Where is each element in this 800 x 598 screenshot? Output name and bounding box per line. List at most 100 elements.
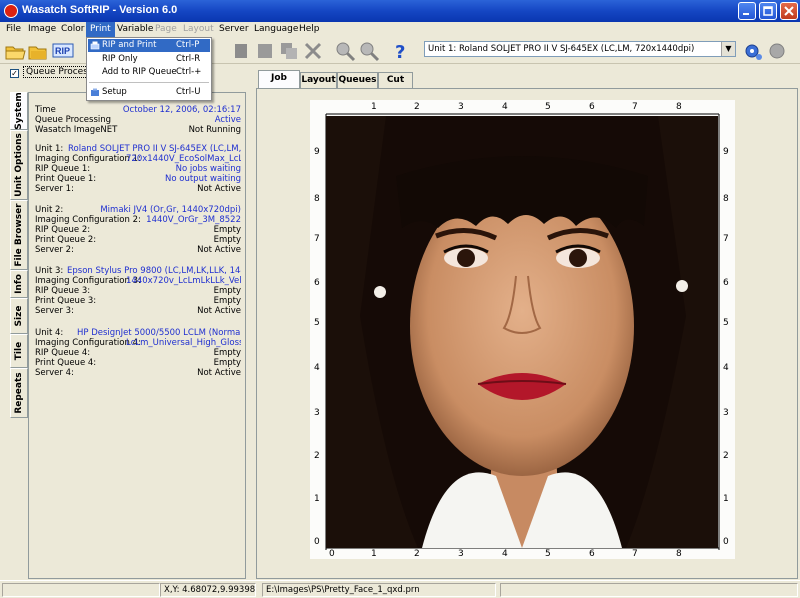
ruler-left-label: 7 bbox=[314, 234, 320, 244]
menu-bar: File Image Color Print Variable Page Lay… bbox=[0, 22, 800, 38]
tab-system[interactable]: System bbox=[10, 92, 28, 130]
unit-row: Unit 3: Epson Stylus Pro 9800 (LC,LM,LK,L… bbox=[35, 266, 241, 276]
unit-row: Server 2: Not Active bbox=[35, 245, 241, 255]
menu-server[interactable]: Server bbox=[215, 22, 253, 38]
print-menu-dropdown: RIP and Print Ctrl-P RIP Only Ctrl-R Add t… bbox=[86, 37, 212, 101]
unit-row: Imaging Configuration 4: LcLm_Universal_H… bbox=[35, 338, 241, 348]
settings-icon[interactable] bbox=[742, 40, 764, 62]
zoom-out-icon[interactable] bbox=[358, 40, 380, 62]
ruler-bottom-label: 6 bbox=[589, 549, 595, 559]
unit-row: RIP Queue 2: Empty bbox=[35, 225, 241, 235]
ruler-right-label: 2 bbox=[723, 451, 729, 461]
menu-file[interactable]: File bbox=[2, 22, 25, 38]
vertical-tabs: System Unit Options File Browser Info Si… bbox=[10, 92, 28, 422]
ruler-bottom-label: 0 bbox=[329, 549, 335, 559]
ruler-left-label: 2 bbox=[314, 451, 320, 461]
queue-processing-checkbox[interactable]: ✓ bbox=[10, 69, 19, 78]
job-preview-image[interactable] bbox=[326, 116, 718, 548]
ruler-left-label: 3 bbox=[314, 408, 320, 418]
folder-icon[interactable] bbox=[27, 40, 49, 62]
ruler-left-label: 0 bbox=[314, 537, 320, 547]
status-empty bbox=[2, 583, 160, 597]
unit-row: Server 4: Not Active bbox=[35, 368, 241, 378]
unit-select-value: Unit 1: Roland SOLJET PRO II V SJ-645EX … bbox=[428, 44, 695, 54]
title-bar: Wasatch SoftRIP - Version 6.0 bbox=[0, 0, 800, 22]
square-icon[interactable] bbox=[254, 40, 276, 62]
help-icon[interactable]: ? bbox=[390, 40, 412, 63]
tab-layout[interactable]: Layout bbox=[300, 72, 337, 88]
ruler-left-label: 6 bbox=[314, 278, 320, 288]
tab-job[interactable]: Job bbox=[258, 70, 300, 89]
ruler-top-label: 8 bbox=[676, 102, 682, 112]
zoom-in-icon[interactable] bbox=[334, 40, 356, 62]
menu-item-rip-and-print[interactable]: RIP and Print Ctrl-P bbox=[88, 39, 210, 52]
menu-item-add-to-rip-queue[interactable]: Add to RIP Queue Ctrl-+ bbox=[88, 66, 210, 79]
menu-print[interactable]: Print bbox=[86, 22, 115, 38]
unit-row: Imaging Configuration 3: 1440x720v_LcLmLk… bbox=[35, 276, 241, 286]
ruler-bottom-label: 7 bbox=[632, 549, 638, 559]
ruler-right-label: 9 bbox=[723, 147, 729, 157]
ruler-left-label: 5 bbox=[314, 318, 320, 328]
menu-item-rip-only[interactable]: RIP Only Ctrl-R bbox=[88, 53, 210, 66]
menu-layout[interactable]: Layout bbox=[179, 22, 218, 38]
menu-image[interactable]: Image bbox=[24, 22, 60, 38]
svg-text:?: ? bbox=[395, 42, 405, 62]
chevron-down-icon[interactable]: ▼ bbox=[721, 42, 735, 56]
app-icon[interactable] bbox=[4, 4, 18, 18]
ruler-top-label: 3 bbox=[458, 102, 464, 112]
menu-page[interactable]: Page bbox=[151, 22, 181, 38]
status-extra bbox=[500, 583, 798, 597]
ruler-bottom-label: 4 bbox=[502, 549, 508, 559]
rip-icon[interactable]: RIP bbox=[51, 40, 75, 62]
unit-row: Print Queue 3: Empty bbox=[35, 296, 241, 306]
stop-icon[interactable] bbox=[230, 40, 252, 62]
ruler-left-label: 8 bbox=[314, 194, 320, 204]
menu-separator bbox=[89, 82, 209, 83]
unit-row: Print Queue 1: No output waiting bbox=[35, 174, 241, 184]
unit-row: RIP Queue 3: Empty bbox=[35, 286, 241, 296]
ruler-top-label: 7 bbox=[632, 102, 638, 112]
window-title: Wasatch SoftRIP - Version 6.0 bbox=[22, 4, 178, 16]
status-file-path: E:\Images\PS\Pretty_Face_1_qxd.prn bbox=[262, 583, 496, 597]
maximize-button[interactable] bbox=[759, 2, 777, 20]
ruler-right-label: 0 bbox=[723, 537, 729, 547]
tab-file-browser[interactable]: File Browser bbox=[10, 200, 28, 270]
ruler-top-label: 4 bbox=[502, 102, 508, 112]
tab-unit-options[interactable]: Unit Options bbox=[10, 130, 28, 200]
ruler-bottom-label: 5 bbox=[545, 549, 551, 559]
ruler-bottom-label: 2 bbox=[414, 549, 420, 559]
ruler-top-label: 2 bbox=[414, 102, 420, 112]
ruler-right-label: 4 bbox=[723, 363, 729, 373]
unit-row: Server 1: Not Active bbox=[35, 184, 241, 194]
tab-tile[interactable]: Tile bbox=[10, 334, 28, 368]
minimize-button[interactable] bbox=[738, 2, 756, 20]
close-button[interactable] bbox=[780, 2, 798, 20]
menu-item-setup[interactable]: Setup Ctrl-U bbox=[88, 86, 210, 99]
tab-repeats[interactable]: Repeats bbox=[10, 368, 28, 418]
unit-row: RIP Queue 1: No jobs waiting bbox=[35, 164, 241, 174]
tab-size[interactable]: Size bbox=[10, 298, 28, 334]
tab-cut[interactable]: Cut bbox=[378, 72, 413, 88]
tab-queues[interactable]: Queues bbox=[337, 72, 378, 88]
menu-color[interactable]: Color bbox=[57, 22, 89, 38]
rip-label: RIP bbox=[55, 46, 71, 56]
tab-info[interactable]: Info bbox=[10, 270, 28, 298]
info-row: Queue Processing Active bbox=[35, 115, 241, 125]
unit-row: Unit 2: Mimaki JV4 (Or,Gr, 1440x720dpi) bbox=[35, 205, 241, 215]
open-folder-icon[interactable] bbox=[4, 40, 26, 62]
unit-row: Server 3: Not Active bbox=[35, 306, 241, 316]
menu-help[interactable]: Help bbox=[295, 22, 324, 38]
ruler-right-label: 1 bbox=[723, 494, 729, 504]
ruler-top-label: 5 bbox=[545, 102, 551, 112]
status-bar: X,Y: 4.68072,9.99398 E:\Images\PS\Pretty… bbox=[0, 580, 800, 598]
ruler-right-label: 3 bbox=[723, 408, 729, 418]
ruler-bottom-label: 8 bbox=[676, 549, 682, 559]
ruler-top-label: 1 bbox=[371, 102, 377, 112]
unit-row: Imaging Configuration 2: 1440V_OrGr_3M_85… bbox=[35, 215, 241, 225]
copy-icon[interactable] bbox=[278, 40, 300, 62]
printer-icon bbox=[90, 41, 100, 50]
delete-icon[interactable] bbox=[302, 40, 324, 62]
unit-select[interactable]: Unit 1: Roland SOLJET PRO II V SJ-645EX … bbox=[424, 41, 736, 57]
gear-icon[interactable] bbox=[766, 40, 788, 62]
ruler-left-label: 4 bbox=[314, 363, 320, 373]
